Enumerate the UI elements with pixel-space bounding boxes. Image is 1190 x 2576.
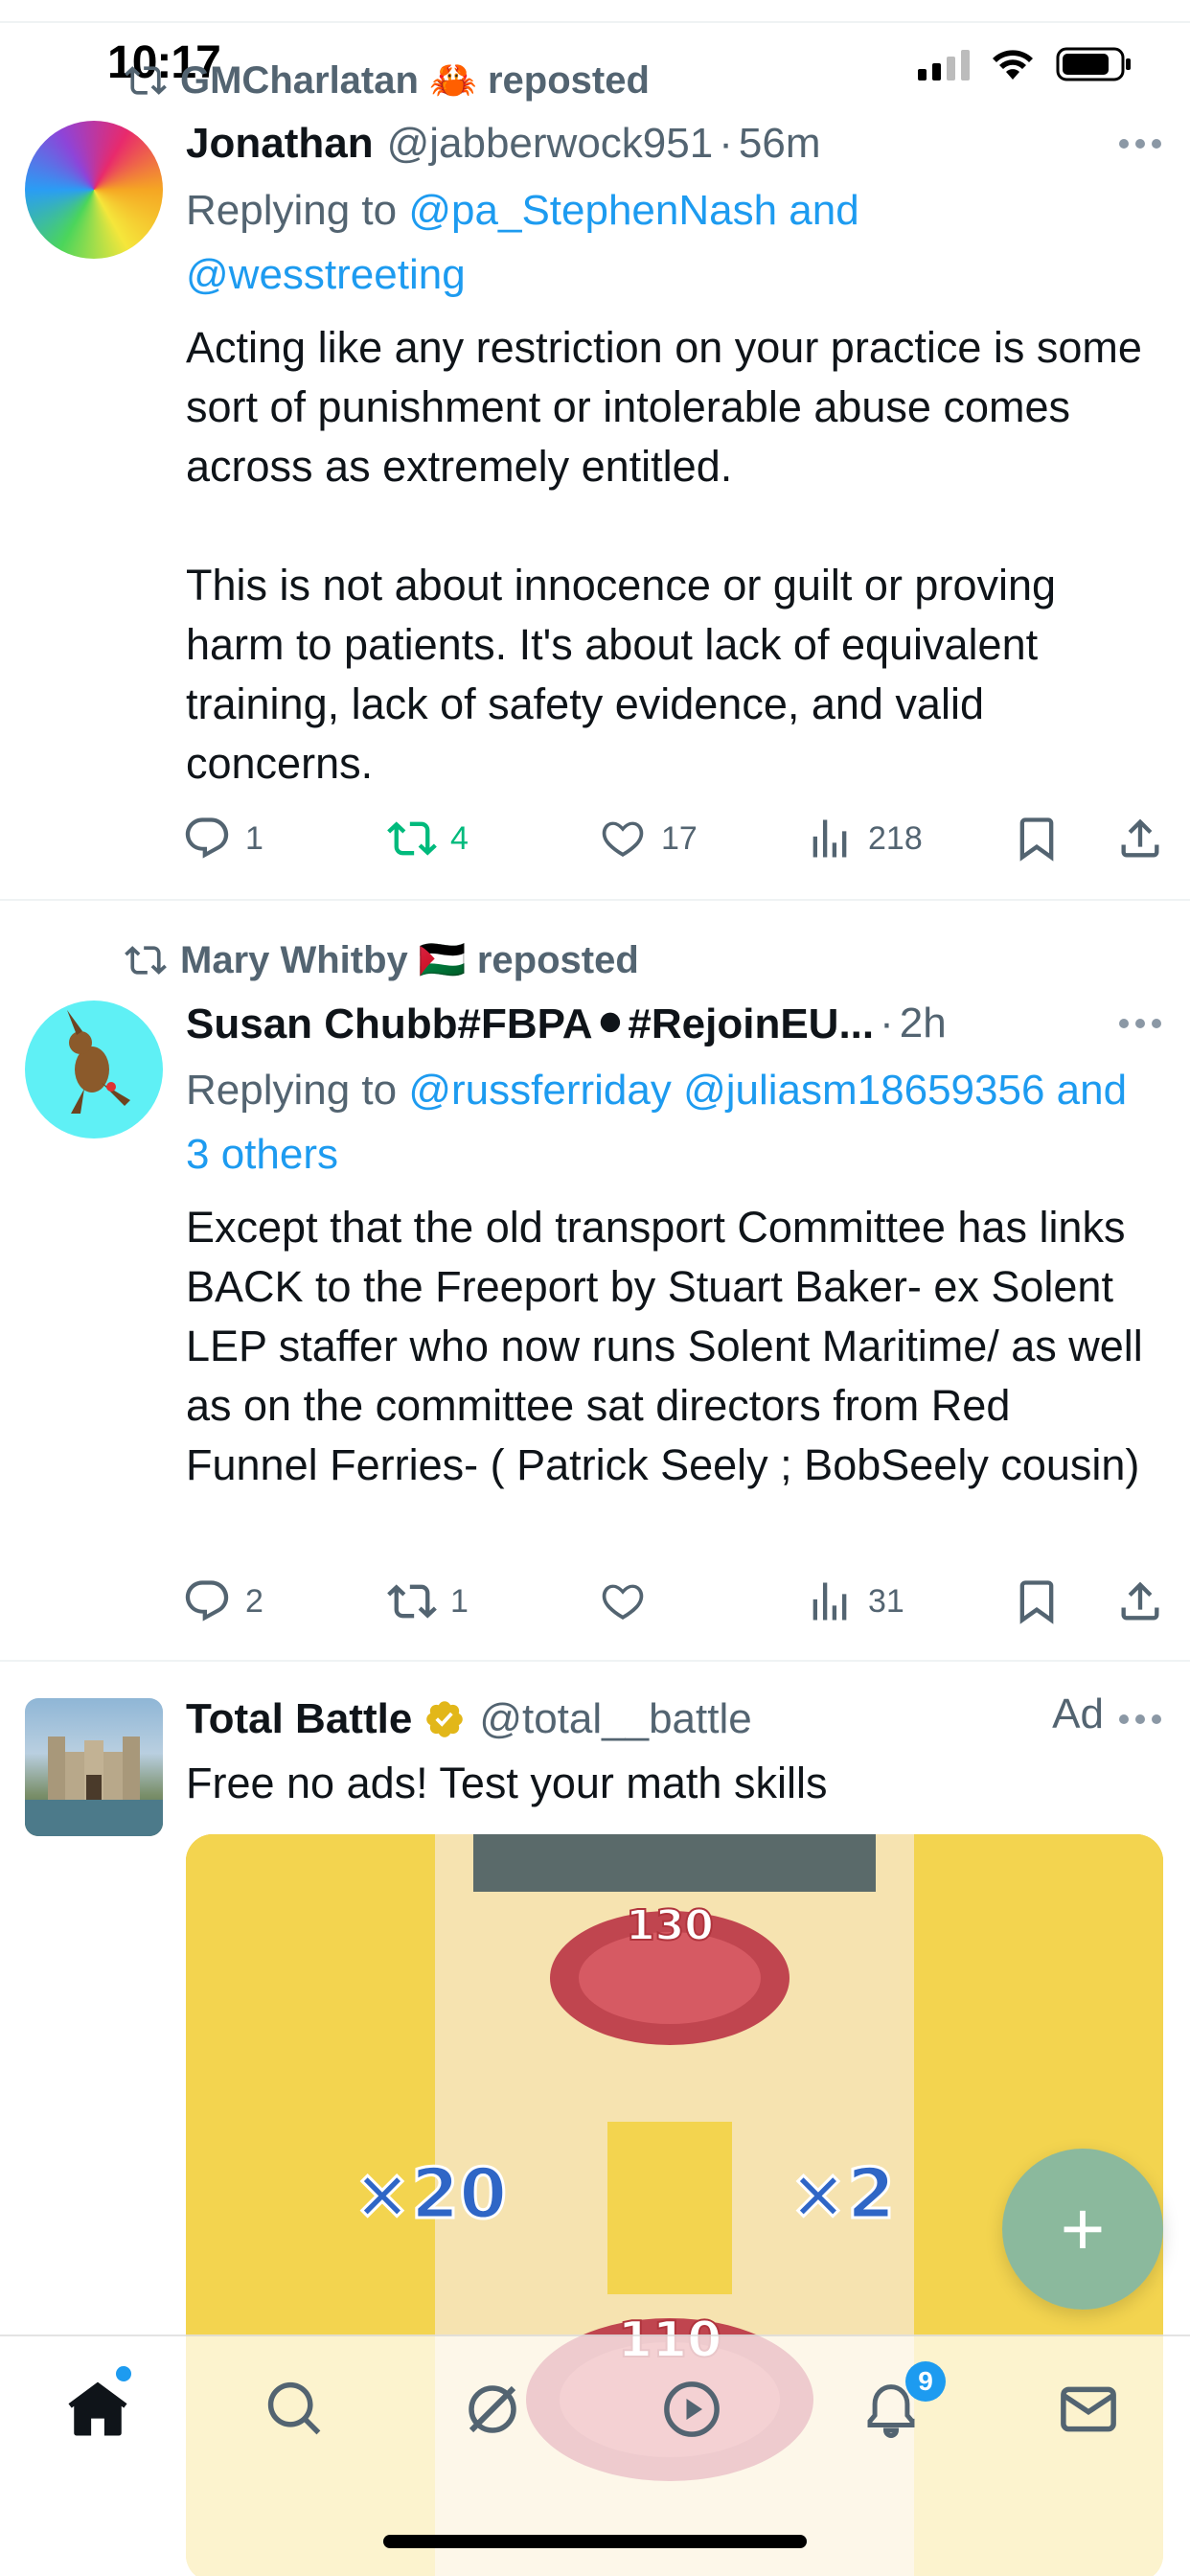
share-icon xyxy=(1121,818,1159,858)
home-indicator[interactable] xyxy=(383,2535,807,2548)
like-button[interactable] xyxy=(598,1568,661,1635)
right-gate-multiplier: ×2 xyxy=(790,2153,895,2234)
tweet-jonathan[interactable]: GMCharlatan 🦀 reposted Jonathan @jabberw… xyxy=(0,38,1190,901)
home-unread-dot xyxy=(116,2366,131,2381)
advertiser-handle[interactable]: @total__battle xyxy=(479,1695,751,1743)
play-circle-icon xyxy=(664,2381,720,2437)
compose-button[interactable]: + xyxy=(1002,2149,1163,2310)
replying-to: Replying to @pa_StephenNash and @wesstre… xyxy=(186,178,1133,307)
share-icon xyxy=(1121,1581,1159,1621)
separator-dot: · xyxy=(880,1000,894,1046)
views-button[interactable]: 218 xyxy=(805,805,923,872)
reply-icon xyxy=(185,1580,229,1622)
repost-count: 4 xyxy=(450,819,469,857)
share-button[interactable] xyxy=(1115,1568,1165,1635)
tweet-actions: 1 4 17 218 xyxy=(182,805,1179,872)
left-gate-multiplier: ×20 xyxy=(354,2153,508,2234)
reply-prefix: Replying to xyxy=(186,1067,409,1114)
reply-button[interactable]: 1 xyxy=(182,805,263,872)
plus-icon: + xyxy=(1060,2186,1106,2271)
reply-icon xyxy=(185,817,229,859)
avatar[interactable] xyxy=(25,121,163,259)
advertiser-avatar[interactable] xyxy=(25,1698,163,1836)
repost-by: GMCharlatan 🦀 reposted xyxy=(180,59,650,102)
tab-video[interactable] xyxy=(653,2371,730,2448)
tab-messages[interactable] xyxy=(1050,2371,1127,2448)
more-options-icon[interactable] xyxy=(1119,1019,1161,1028)
grok-icon xyxy=(469,2385,516,2433)
ad-label: Ad xyxy=(1052,1690,1104,1737)
view-count: 218 xyxy=(868,819,923,857)
repost-count: 1 xyxy=(450,1582,469,1620)
home-icon xyxy=(68,2381,127,2436)
replying-to: Replying to @russferriday @juliasm186593… xyxy=(186,1058,1133,1186)
avatar[interactable] xyxy=(25,1000,163,1138)
views-icon xyxy=(812,819,847,858)
repost-context[interactable]: Mary Whitby 🇵🇸 reposted xyxy=(125,937,639,982)
repost-icon xyxy=(125,945,167,975)
reply-button[interactable]: 2 xyxy=(182,1568,263,1635)
repost-icon xyxy=(387,821,437,856)
share-button[interactable] xyxy=(1115,805,1165,872)
author-handle[interactable]: @jabberwock951 xyxy=(387,120,714,168)
more-options-icon[interactable] xyxy=(1119,139,1161,149)
views-icon xyxy=(812,1582,847,1621)
bookmark-icon xyxy=(1019,1580,1054,1624)
like-count: 17 xyxy=(661,819,698,857)
repost-icon xyxy=(125,65,167,95)
separator-dot: · xyxy=(719,120,733,167)
tweet-header: Susan Chubb#FBPA⚫#RejoinEU... · 2h xyxy=(186,995,1161,1052)
ad-text: Free no ads! Test your math skills xyxy=(186,1759,828,1807)
heart-icon xyxy=(602,821,644,857)
reply-prefix: Replying to xyxy=(186,187,409,234)
bookmark-button[interactable] xyxy=(1012,1568,1062,1635)
repost-button[interactable]: 4 xyxy=(387,805,469,872)
tweet-text: Except that the old transport Committee … xyxy=(186,1203,1143,1489)
tweet-time[interactable]: 2h xyxy=(900,1000,947,1047)
search-icon xyxy=(267,2381,321,2435)
repost-by: Mary Whitby 🇵🇸 reposted xyxy=(180,939,639,981)
bookmark-icon xyxy=(1019,817,1054,862)
views-button[interactable]: 31 xyxy=(805,1568,904,1635)
repost-icon xyxy=(387,1584,437,1619)
notifications-badge: 9 xyxy=(905,2361,946,2402)
avatar-illustration-icon xyxy=(67,1010,130,1114)
like-button[interactable]: 17 xyxy=(598,805,698,872)
tweet-header: Jonathan @jabberwock951 · 56m xyxy=(186,115,1161,172)
tweet-actions: 2 1 31 xyxy=(182,1568,1179,1635)
reply-count: 1 xyxy=(245,819,263,857)
author-name[interactable]: Susan Chubb#FBPA⚫#RejoinEU... xyxy=(186,1000,874,1048)
tweet-susan-chubb[interactable]: Mary Whitby 🇵🇸 reposted Susan Chubb#FBPA… xyxy=(0,901,1190,1662)
bookmark-button[interactable] xyxy=(1012,805,1062,872)
repost-context[interactable]: GMCharlatan 🦀 reposted xyxy=(125,58,650,103)
verified-badge-icon xyxy=(426,1701,464,1737)
heart-icon xyxy=(602,1584,644,1620)
author-name[interactable]: Jonathan xyxy=(186,120,374,168)
advertiser-name[interactable]: Total Battle xyxy=(186,1695,412,1743)
top-army-count: 130 xyxy=(626,1901,714,1950)
mail-icon xyxy=(1061,2386,1116,2432)
tweet-text: Acting like any restriction on your prac… xyxy=(186,323,1142,788)
tab-home[interactable] xyxy=(59,2371,136,2448)
tab-grok[interactable] xyxy=(454,2371,531,2448)
repost-button[interactable]: 1 xyxy=(387,1568,469,1635)
tab-search[interactable] xyxy=(257,2371,333,2448)
reply-count: 2 xyxy=(245,1582,263,1620)
tweet-time[interactable]: 56m xyxy=(739,120,821,168)
view-count: 31 xyxy=(868,1582,904,1620)
tweet-header: Total Battle @total__battle Ad xyxy=(186,1690,1161,1748)
castle-icon xyxy=(25,1736,163,1836)
more-options-icon[interactable] xyxy=(1119,1714,1161,1724)
